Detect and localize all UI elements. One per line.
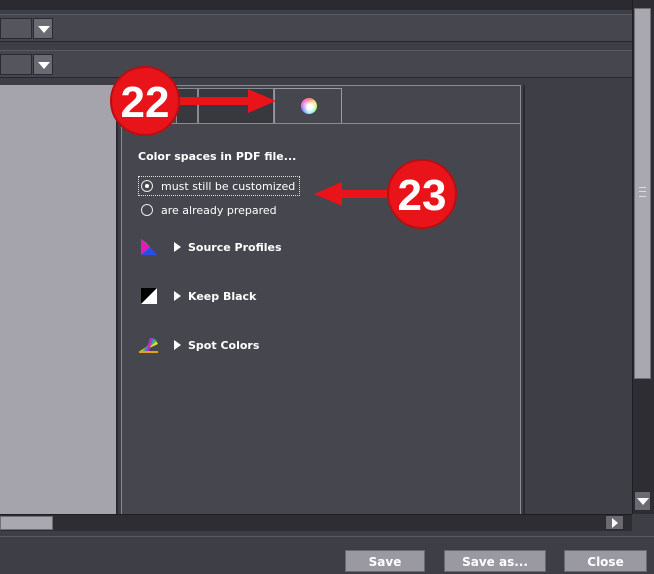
footer-bar: [0, 536, 654, 574]
expand-triangle-icon: [174, 340, 181, 350]
top-strip: [0, 0, 632, 10]
radio-label: are already prepared: [161, 203, 277, 217]
section-label: Source Profiles: [188, 240, 282, 254]
radio-button-checked[interactable]: [141, 180, 153, 192]
callout-22-arrow: [170, 89, 276, 113]
radio-label: must still be customized: [161, 179, 296, 193]
color-wheel-icon: [301, 98, 317, 114]
black-white-square-icon: [141, 288, 157, 304]
dropdown-row-1: [0, 14, 632, 42]
tab-color[interactable]: [274, 88, 342, 124]
dropdown-1-arrow-button[interactable]: [33, 18, 53, 39]
color-swatch-fan-icon: [139, 338, 158, 353]
vertical-scrollbar-thumb[interactable]: [634, 8, 651, 379]
dropdown-row-2: [0, 50, 632, 78]
section-label: Spot Colors: [188, 338, 260, 352]
radio-must-still-be-customized[interactable]: must still be customized: [138, 176, 301, 196]
section-keep-black[interactable]: Keep Black: [138, 285, 256, 307]
dropdown-1-field[interactable]: [0, 18, 32, 39]
grip-icon: [639, 187, 646, 197]
save-button[interactable]: Save: [345, 550, 425, 572]
horizontal-scrollbar-thumb[interactable]: [0, 516, 53, 530]
scroll-right-button[interactable]: [605, 515, 624, 530]
color-triangle-icon: [141, 239, 157, 255]
section-source-profiles[interactable]: Source Profiles: [138, 236, 282, 258]
right-pane: [523, 85, 632, 515]
close-button[interactable]: Close: [564, 550, 647, 572]
dropdown-2-field[interactable]: [0, 54, 32, 75]
section-title: Color spaces in PDF file...: [138, 150, 297, 163]
save-as-button[interactable]: Save as...: [444, 550, 546, 572]
left-pane: [0, 85, 118, 515]
section-label: Keep Black: [188, 289, 257, 303]
callout-23: 23: [387, 159, 457, 229]
expand-triangle-icon: [174, 291, 181, 301]
radio-are-already-prepared[interactable]: are already prepared: [138, 200, 277, 220]
scroll-down-button[interactable]: [634, 491, 651, 511]
expand-triangle-icon: [174, 242, 181, 252]
tab-divider: [121, 123, 521, 124]
callout-22: 22: [110, 66, 180, 136]
app-window: Color spaces in PDF file... must still b…: [0, 0, 654, 574]
dropdown-2-arrow-button[interactable]: [33, 54, 53, 75]
radio-button-unchecked[interactable]: [141, 204, 153, 216]
section-spot-colors[interactable]: Spot Colors: [138, 334, 259, 356]
horizontal-scrollbar-track[interactable]: [0, 514, 632, 531]
